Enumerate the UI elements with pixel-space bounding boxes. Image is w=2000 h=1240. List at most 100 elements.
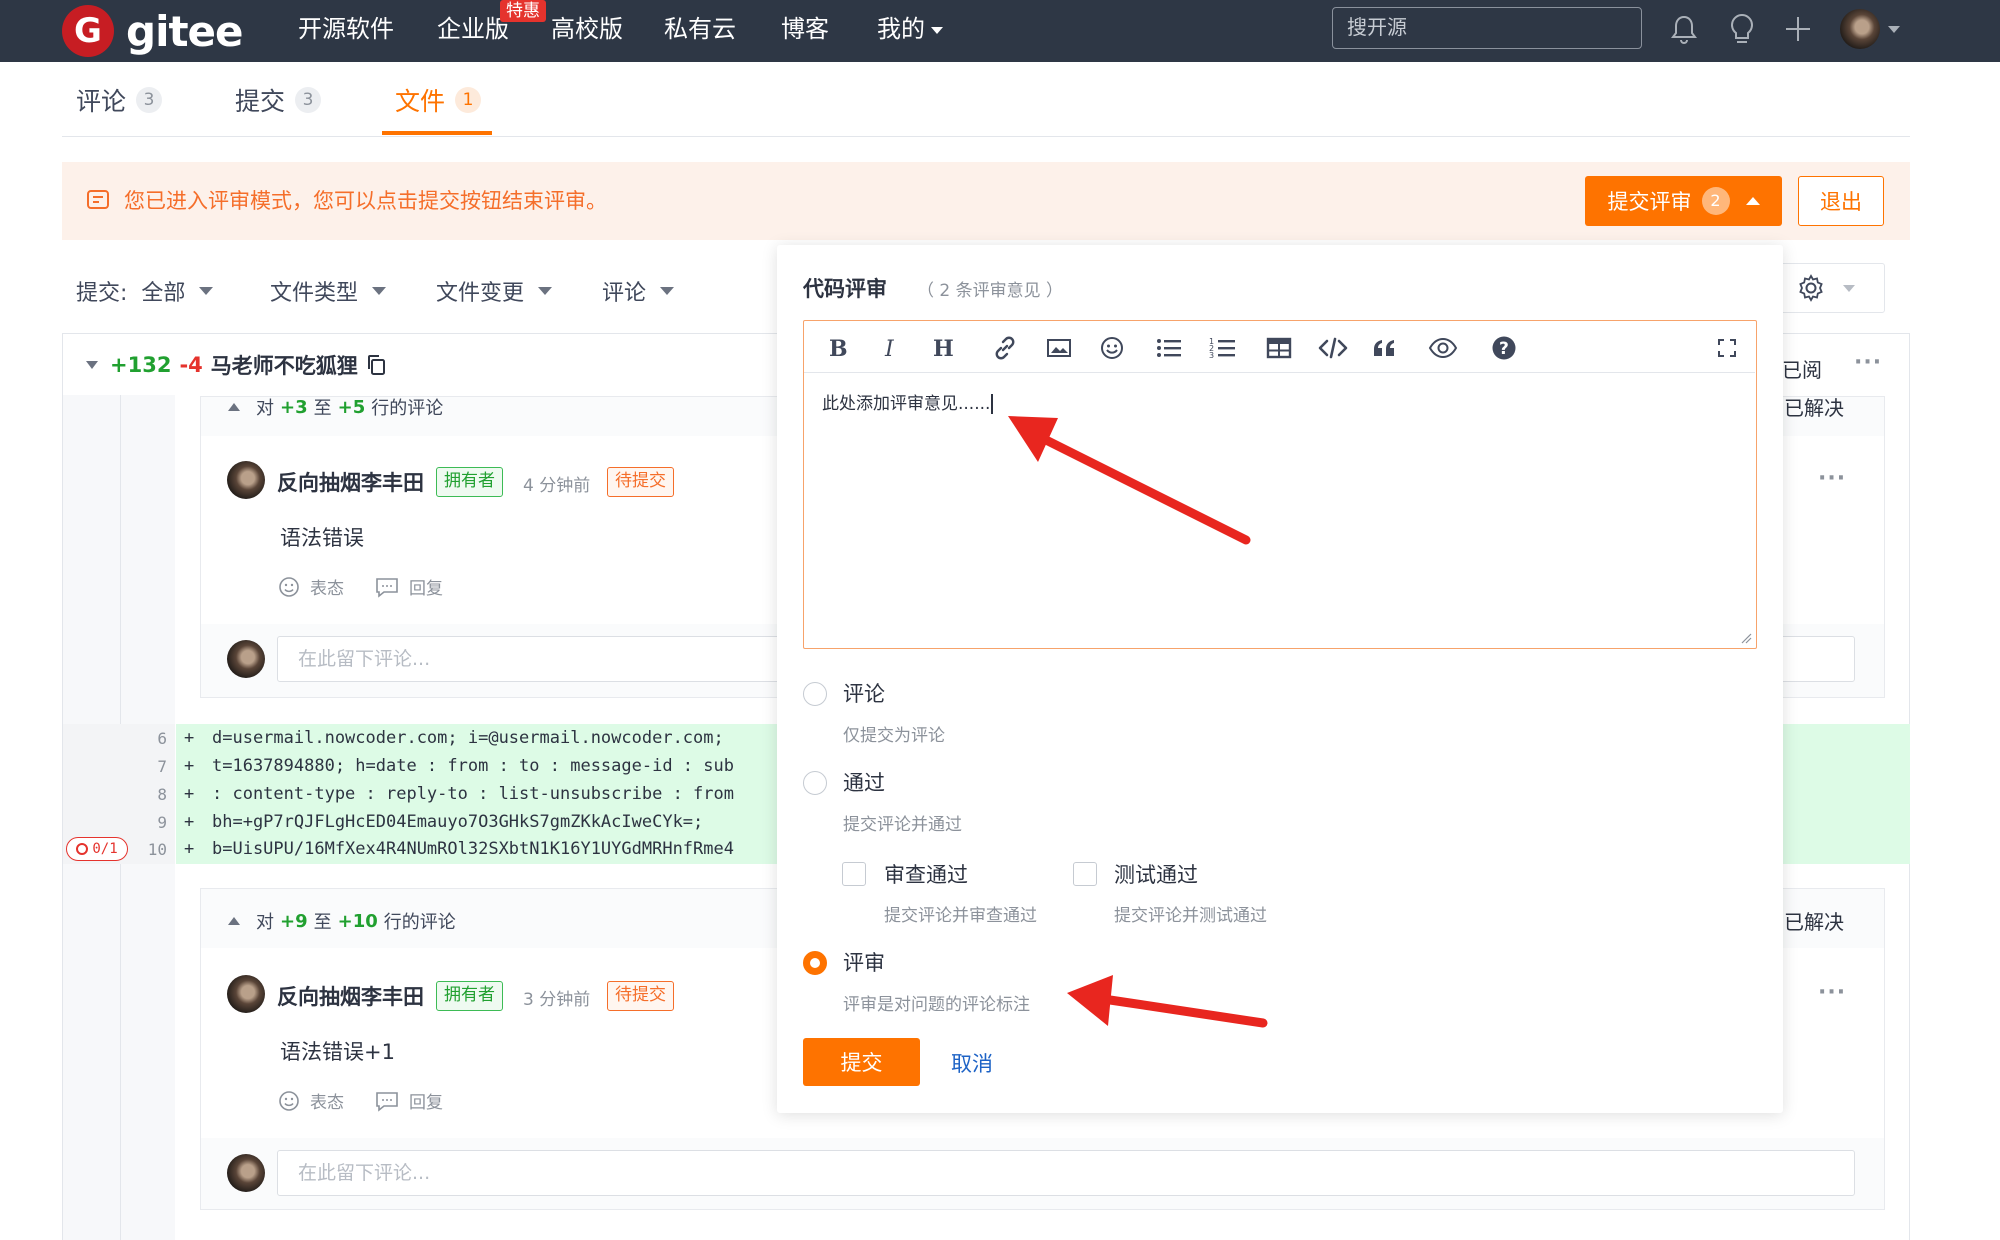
avatar[interactable] — [227, 461, 265, 499]
comment-more-icon[interactable]: ··· — [1818, 980, 1846, 1005]
plus-icon[interactable] — [1780, 11, 1816, 47]
chevron-down-icon — [931, 26, 943, 34]
option-approve-label[interactable]: 通过 — [843, 767, 885, 797]
collapse-up-icon[interactable] — [228, 403, 240, 411]
filter-file-type[interactable]: 文件类型 — [270, 275, 387, 307]
chevron-down-icon[interactable] — [1888, 26, 1900, 33]
emoji-icon — [279, 576, 299, 597]
bullet-list-icon[interactable] — [1154, 333, 1184, 363]
tab-count: 3 — [295, 87, 322, 113]
test-pass-label[interactable]: 测试通过 — [1114, 859, 1198, 889]
user-avatar[interactable] — [1840, 9, 1880, 49]
fullscreen-icon[interactable] — [1712, 333, 1742, 363]
image-icon[interactable] — [1044, 333, 1074, 363]
nav-mine[interactable]: 我的 — [877, 12, 943, 46]
gitee-logo[interactable]: G gitee — [62, 5, 244, 57]
popup-cancel-button[interactable]: 取消 — [951, 1048, 993, 1078]
tab-label: 评论 — [76, 87, 127, 116]
viewed-checkbox-label[interactable]: 已阅 — [1782, 354, 1822, 383]
checkbox-review-pass[interactable] — [842, 862, 866, 886]
svg-text:H: H — [933, 336, 954, 360]
nav-university[interactable]: 高校版 — [551, 12, 623, 46]
reply-button[interactable]: 回复 — [375, 574, 443, 599]
comment-more-icon[interactable]: ··· — [1818, 466, 1846, 491]
owner-tag: 拥有者 — [436, 981, 503, 1011]
react-button[interactable]: 表态 — [278, 1088, 344, 1113]
bell-icon[interactable] — [1666, 11, 1702, 47]
issue-marker[interactable]: 0/1 — [66, 837, 128, 861]
thread-header[interactable]: 对 +3 至 +5 行的评论 — [228, 394, 443, 420]
collapse-up-icon[interactable] — [228, 917, 240, 925]
nav-mine-label: 我的 — [877, 15, 925, 43]
quote-icon[interactable] — [1370, 333, 1400, 363]
nav-open-source[interactable]: 开源软件 — [298, 12, 394, 46]
filter-file-change[interactable]: 文件变更 — [436, 275, 553, 307]
resize-handle-icon[interactable] — [1740, 632, 1752, 644]
line-number[interactable]: 8 — [125, 785, 167, 804]
option-comment-label[interactable]: 评论 — [843, 678, 885, 708]
tab-commits[interactable]: 提交 3 — [235, 82, 322, 118]
link-icon[interactable] — [990, 333, 1020, 363]
heading-icon[interactable]: H — [928, 333, 958, 363]
exit-review-button[interactable]: 退出 — [1798, 176, 1884, 226]
option-approve-desc: 提交评论并通过 — [843, 815, 962, 835]
filter-file-change-label: 文件变更 — [436, 281, 525, 306]
radio-review[interactable] — [803, 951, 827, 975]
react-button[interactable]: 表态 — [278, 574, 344, 599]
line-number[interactable]: 9 — [125, 813, 167, 832]
filter-comment[interactable]: 评论 — [602, 275, 675, 307]
nav-private-cloud[interactable]: 私有云 — [664, 12, 736, 46]
test-pass-desc: 提交评论并测试通过 — [1114, 906, 1267, 926]
file-more-icon[interactable]: ··· — [1854, 350, 1882, 375]
table-icon[interactable] — [1264, 333, 1294, 363]
nav-blog[interactable]: 博客 — [781, 12, 829, 46]
resolved-status[interactable]: 已解决 — [1784, 906, 1844, 935]
collapse-caret-icon[interactable] — [86, 361, 98, 369]
reply-input[interactable]: 在此留下评论... — [277, 1150, 1855, 1196]
emoji-icon[interactable] — [1097, 333, 1127, 363]
review-pass-label[interactable]: 审查通过 — [884, 859, 968, 889]
lightbulb-icon[interactable] — [1724, 11, 1760, 47]
code-line: + b=UisUPU/16MfXex4R4NUmROl32SXbtN1K16Y1U… — [184, 839, 734, 859]
comment-author[interactable]: 反向抽烟李丰田 — [277, 981, 424, 1011]
file-header[interactable]: +132 -4 马老师不吃狐狸 — [62, 350, 386, 380]
tab-label: 文件 — [395, 87, 446, 116]
italic-icon[interactable]: I — [876, 333, 906, 363]
resolved-status[interactable]: 已解决 — [1784, 392, 1844, 421]
ordered-list-icon[interactable]: 123 — [1208, 333, 1238, 363]
submit-review-button[interactable]: 提交评审 2 — [1585, 176, 1782, 226]
avatar[interactable] — [227, 975, 265, 1013]
reply-label: 回复 — [409, 579, 443, 599]
radio-approve[interactable] — [803, 771, 827, 795]
search-input[interactable]: 搜开源 — [1332, 7, 1642, 49]
line-number[interactable]: 10 — [125, 840, 167, 859]
tab-comments[interactable]: 评论 3 — [76, 82, 163, 118]
line-number[interactable]: 7 — [125, 757, 167, 776]
bold-icon[interactable]: B — [822, 333, 852, 363]
review-editor[interactable]: B I H 123 ? 此处添加评审意见...... — [803, 320, 1757, 649]
help-icon[interactable]: ? — [1489, 333, 1519, 363]
tab-files[interactable]: 文件 1 — [395, 82, 482, 118]
svg-text:I: I — [884, 337, 895, 360]
pending-tag: 待提交 — [607, 467, 674, 497]
filter-commit[interactable]: 提交: 全部 — [76, 275, 214, 307]
code-text: b=UisUPU/16MfXex4R4NUmROl32SXbtN1K16Y1UY… — [212, 839, 734, 859]
line-number[interactable]: 6 — [125, 729, 167, 748]
tab-label: 提交 — [235, 87, 286, 116]
checkbox-test-pass[interactable] — [1073, 862, 1097, 886]
avatar — [227, 640, 265, 678]
diff-settings-button[interactable] — [1770, 263, 1885, 313]
thread-header[interactable]: 对 +9 至 +10 行的评论 — [228, 908, 456, 934]
pending-tag: 待提交 — [607, 981, 674, 1011]
code-icon[interactable] — [1318, 333, 1348, 363]
comment-author[interactable]: 反向抽烟李丰田 — [277, 467, 424, 497]
editor-content[interactable]: 此处添加评审意见...... — [822, 389, 993, 414]
reply-button[interactable]: 回复 — [375, 1088, 443, 1113]
popup-submit-button[interactable]: 提交 — [803, 1038, 920, 1086]
nav-enterprise[interactable]: 企业版 — [437, 12, 509, 46]
option-review-label[interactable]: 评审 — [843, 947, 885, 977]
copy-icon[interactable] — [366, 354, 386, 376]
preview-icon[interactable] — [1428, 333, 1458, 363]
thread-range-mid: 至 — [313, 398, 332, 419]
radio-comment[interactable] — [803, 682, 827, 706]
